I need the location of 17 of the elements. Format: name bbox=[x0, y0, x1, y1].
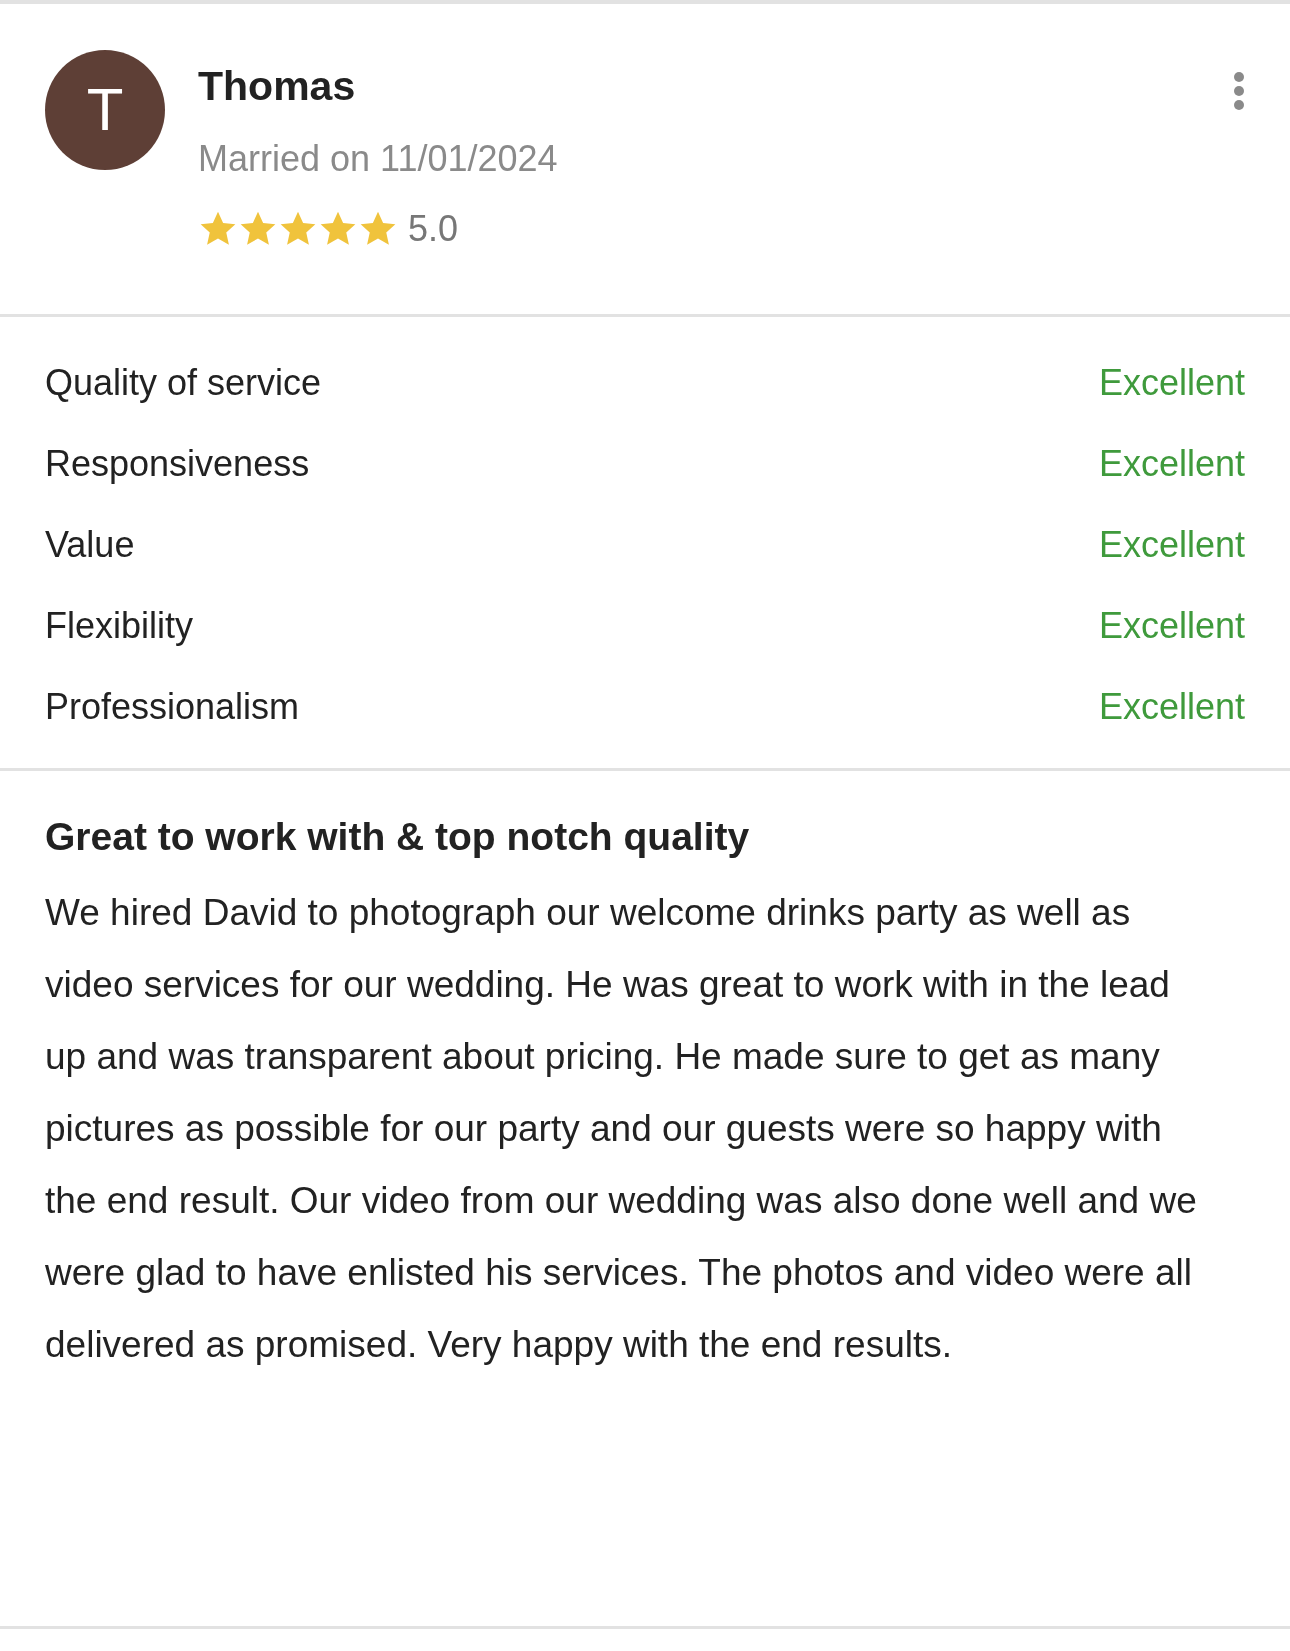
rating-category: Flexibility bbox=[45, 603, 194, 648]
married-date: Married on 11/01/2024 bbox=[198, 137, 559, 181]
rating-grade: Excellent bbox=[1098, 522, 1245, 567]
rating-category: Quality of service bbox=[45, 360, 322, 405]
more-options-icon[interactable] bbox=[1233, 72, 1245, 110]
reviewer-name: Thomas bbox=[198, 62, 357, 111]
review-text: We hired David to photograph our welcome drinks party as well as video services for our wedding. He was great to work with in the lead up and was transparent about pricing. He made sure to get as many pictures as possible for our party and our guests were so happy with the end result. Our video from our wedding was also done well and we were glad to have enlisted his services. The photos and video were all delivered as promised. Very happy with the end results. bbox=[45, 891, 1198, 1367]
rating-category: Value bbox=[45, 522, 135, 567]
rating-grade: Excellent bbox=[1098, 441, 1245, 486]
rating-grade: Excellent bbox=[1098, 684, 1245, 729]
rating-grade: Excellent bbox=[1098, 360, 1245, 405]
rating-category: Professionalism bbox=[45, 684, 300, 729]
avatar: T bbox=[45, 50, 165, 170]
rating-category: Responsiveness bbox=[45, 441, 310, 486]
review-title: Great to work with & top notch quality bbox=[45, 814, 751, 860]
rating-value: 5.0 bbox=[408, 207, 459, 251]
rating-grade: Excellent bbox=[1098, 603, 1245, 648]
